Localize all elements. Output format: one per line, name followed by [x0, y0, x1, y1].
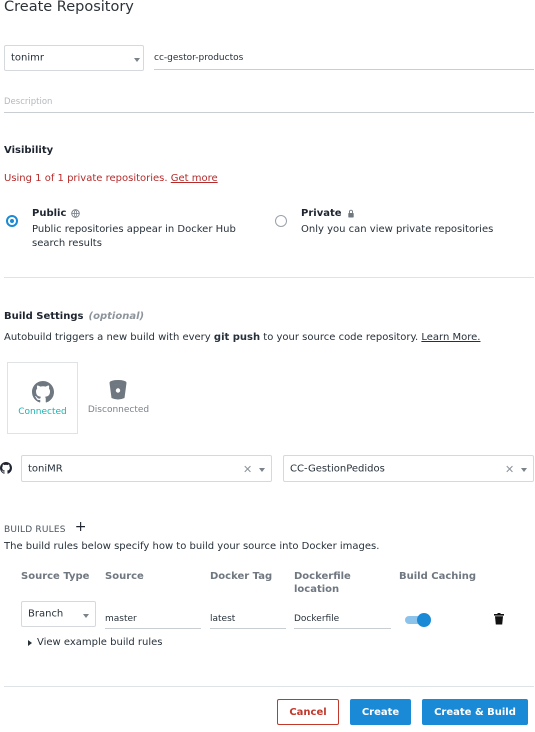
section-divider	[4, 277, 534, 278]
source-value: master	[105, 614, 137, 624]
view-example-build-rules[interactable]: View example build rules	[28, 637, 163, 648]
private-repo-warning: Using 1 of 1 private repositories. Get m…	[4, 173, 218, 184]
build-rules-title: BUILD RULES	[4, 525, 66, 535]
chevron-down-icon	[83, 614, 89, 618]
build-caching-toggle[interactable]	[405, 613, 431, 627]
footer-divider	[4, 686, 534, 687]
column-build-caching: Build Caching	[399, 571, 477, 582]
bitbucket-status: Disconnected	[87, 405, 150, 415]
source-type-value: Branch	[28, 608, 64, 620]
repository-name-input[interactable]: cc-gestor-productos	[154, 47, 534, 70]
organization-value: toniMR	[28, 463, 63, 474]
private-label: Private	[301, 208, 342, 219]
build-rules-header: BUILD RULES +	[4, 517, 87, 536]
get-more-link[interactable]: Get more	[171, 173, 218, 184]
create-button[interactable]: Create	[350, 699, 411, 725]
chevron-down-icon	[259, 468, 265, 472]
warning-text: Using 1 of 1 private repositories.	[4, 173, 168, 184]
column-docker-tag: Docker Tag	[210, 571, 273, 582]
description-placeholder: Description	[4, 97, 53, 107]
globe-icon	[71, 209, 81, 218]
private-description: Only you can view private repositories	[301, 224, 494, 235]
page-title: Create Repository	[4, 0, 134, 15]
toggle-knob	[417, 613, 431, 627]
lock-icon	[347, 209, 354, 218]
visibility-title: Visibility	[4, 145, 54, 156]
column-source-type: Source Type	[21, 571, 90, 582]
dockerfile-location-input[interactable]: Dockerfile	[294, 607, 391, 629]
organization-select[interactable]: toniMR ✕	[21, 455, 272, 482]
build-settings-description: Autobuild triggers a new build with ever…	[4, 332, 480, 343]
column-source: Source	[105, 571, 144, 582]
docker-tag-value: latest	[210, 614, 236, 624]
namespace-value: tonimr	[11, 52, 45, 64]
namespace-select[interactable]: tonimr	[4, 45, 144, 71]
bitbucket-icon	[109, 380, 127, 400]
caret-right-icon	[28, 639, 32, 646]
repository-name-value: cc-gestor-productos	[154, 53, 244, 63]
clear-icon[interactable]: ✕	[243, 464, 252, 475]
description-input[interactable]: Description	[4, 93, 534, 113]
optional-label: (optional)	[88, 311, 145, 322]
source-type-select[interactable]: Branch	[21, 601, 96, 627]
github-provider[interactable]: Connected	[7, 362, 78, 434]
trash-icon[interactable]	[494, 613, 504, 625]
github-small-icon	[0, 462, 12, 474]
learn-more-link[interactable]: Learn More.	[421, 332, 480, 343]
chevron-down-icon	[521, 468, 527, 472]
build-settings-label: Build Settings	[4, 311, 84, 322]
docker-tag-input[interactable]: latest	[210, 607, 286, 629]
build-desc-bold: git push	[213, 332, 261, 343]
cancel-button[interactable]: Cancel	[277, 699, 339, 725]
public-label: Public	[32, 208, 67, 219]
dockerfile-location-value: Dockerfile	[294, 614, 340, 624]
public-option[interactable]: Public Public repositories appear in Doc…	[32, 208, 252, 251]
create-and-build-button[interactable]: Create & Build	[422, 699, 528, 725]
repository-value: CC-GestionPedidos	[290, 463, 385, 474]
build-desc-suffix: to your source code repository.	[263, 332, 419, 343]
chevron-down-icon	[134, 58, 140, 62]
build-settings-title: Build Settings (optional)	[4, 304, 144, 323]
public-description: Public repositories appear in Docker Hub…	[32, 224, 236, 249]
repository-select[interactable]: CC-GestionPedidos ✕	[283, 455, 534, 482]
build-rules-description: The build rules below specify how to bui…	[4, 541, 380, 552]
add-rule-button[interactable]: +	[75, 519, 87, 535]
source-input[interactable]: master	[105, 607, 201, 629]
column-dockerfile-location: Dockerfile location	[294, 571, 351, 595]
bitbucket-provider[interactable]: Disconnected	[83, 362, 154, 434]
build-desc-prefix: Autobuild triggers a new build with ever…	[4, 332, 211, 343]
github-icon	[32, 381, 54, 403]
github-status: Connected	[18, 407, 67, 417]
public-radio[interactable]	[6, 215, 18, 227]
private-radio[interactable]	[275, 215, 287, 227]
view-example-label: View example build rules	[37, 637, 163, 648]
clear-icon[interactable]: ✕	[505, 464, 514, 475]
private-option[interactable]: Private Only you can view private reposi…	[301, 208, 531, 237]
